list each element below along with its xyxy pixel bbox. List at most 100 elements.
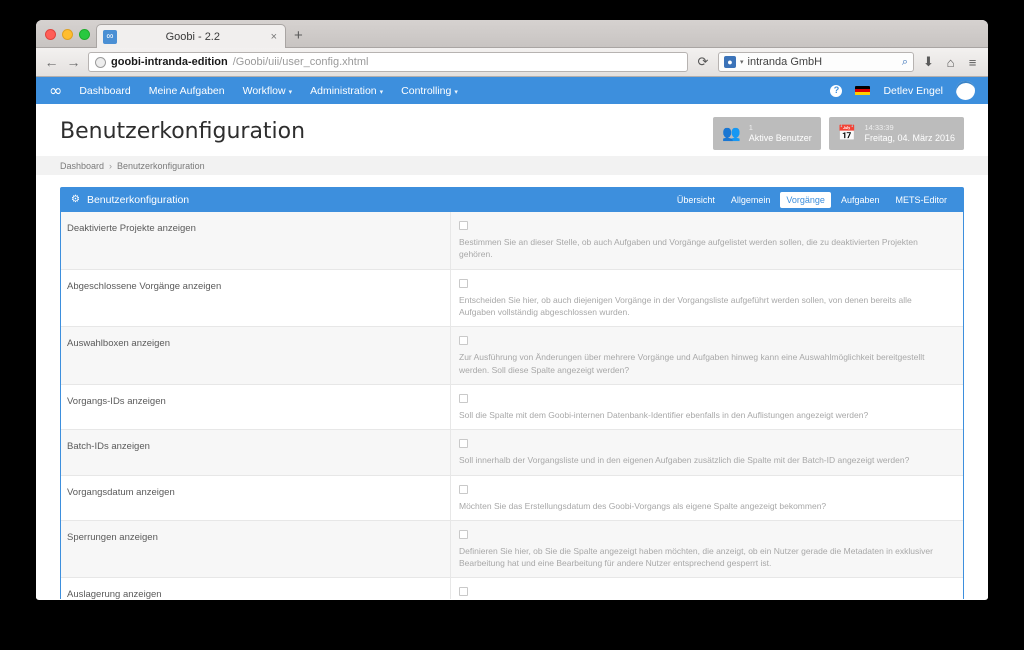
- nav-item-label: Workflow: [242, 84, 286, 97]
- browser-toolbar: ← → goobi-intranda-edition/Goobi/uii/use…: [36, 48, 988, 77]
- tab-aufgaben[interactable]: Aufgaben: [835, 192, 886, 208]
- active-users-label: Aktive Benutzer: [748, 132, 812, 143]
- close-window-button[interactable]: [45, 29, 56, 40]
- site-info-icon: [95, 56, 106, 68]
- search-engine-icon[interactable]: ●: [724, 56, 736, 68]
- setting-field: Soll die Tabellenspalte angezeigt werden…: [451, 578, 963, 599]
- tab-close-icon[interactable]: ×: [269, 31, 279, 43]
- user-menu[interactable]: Detlev Engel: [883, 85, 943, 97]
- window-traffic-lights: [45, 29, 90, 40]
- setting-help-text: Möchten Sie das Erstellungsdatum des Goo…: [459, 500, 827, 511]
- address-bar[interactable]: goobi-intranda-edition/Goobi/uii/user_co…: [88, 52, 688, 72]
- url-path: /Goobi/uii/user_config.xhtml: [232, 56, 369, 68]
- breadcrumb-item-current: Benutzerkonfiguration: [117, 160, 205, 171]
- setting-help-text: Bestimmen Sie an dieser Stelle, ob auch …: [459, 237, 918, 260]
- current-time: 14:33:39: [864, 123, 894, 133]
- setting-help-text: Zur Ausführung von Änderungen über mehre…: [459, 352, 925, 375]
- datetime-widget[interactable]: 📅 14:33:39 Freitag, 04. März 2016: [828, 117, 964, 150]
- batch-ids-checkbox[interactable]: [459, 439, 468, 449]
- setting-label: Sperrungen anzeigen: [61, 520, 451, 578]
- setting-field: Möchten Sie das Erstellungsdatum des Goo…: [451, 476, 963, 520]
- nav-item-administration[interactable]: Administration ▾: [310, 85, 383, 97]
- home-icon[interactable]: ⌂: [943, 55, 958, 70]
- breadcrumb-item-dashboard[interactable]: Dashboard: [60, 161, 104, 171]
- setting-label: Vorgangsdatum anzeigen: [61, 475, 451, 520]
- breadcrumb-separator: ›: [109, 160, 113, 171]
- setting-field: Bestimmen Sie an dieser Stelle, ob auch …: [451, 212, 963, 269]
- search-input[interactable]: intranda GmbH: [748, 56, 898, 68]
- auswahlboxen-checkbox[interactable]: [459, 336, 468, 346]
- table-row: Auslagerung anzeigen Soll die Tabellensp…: [61, 578, 963, 599]
- nav-item-dashboard[interactable]: Dashboard: [79, 85, 130, 97]
- users-icon: 👥: [722, 125, 741, 142]
- goobi-application: ∞ Dashboard Meine Aufgaben Workflow ▾ Adm…: [36, 77, 988, 599]
- setting-help-text: Definieren Sie hier, ob Sie die Spalte a…: [459, 545, 933, 569]
- table-row: Deaktivierte Projekte anzeigen Bestimmen…: [61, 212, 963, 270]
- navbar-right: ? Detlev Engel: [830, 81, 975, 100]
- back-icon[interactable]: ←: [44, 55, 59, 69]
- table-row: Auswahlboxen anzeigen Zur Ausführung von…: [61, 327, 963, 385]
- tab-favicon-icon: ∞: [103, 29, 117, 44]
- chevron-down-icon: ▾: [288, 88, 293, 96]
- main-navbar: ∞ Dashboard Meine Aufgaben Workflow ▾ Adm…: [36, 77, 988, 104]
- setting-label: Auswahlboxen anzeigen: [61, 327, 451, 384]
- browser-tab[interactable]: ∞ Goobi - 2.2 ×: [96, 24, 286, 48]
- downloads-icon[interactable]: ⬇: [921, 54, 936, 70]
- forward-icon[interactable]: →: [66, 55, 81, 69]
- minimize-window-button[interactable]: [62, 29, 73, 40]
- menu-icon[interactable]: ≡: [965, 55, 980, 70]
- search-icon[interactable]: ⌕: [902, 56, 908, 69]
- chevron-down-icon: ▾: [379, 88, 384, 96]
- table-row: Abgeschlossene Vorgänge anzeigen Entsche…: [61, 269, 963, 328]
- setting-help-text: Soll die Spalte mit dem Goobi-internen D…: [459, 409, 869, 420]
- setting-label: Auslagerung anzeigen: [61, 578, 451, 599]
- nav-item-label: Administration: [310, 84, 377, 97]
- chevron-down-icon[interactable]: ▾: [740, 58, 744, 66]
- settings-rows: Deaktivierte Projekte anzeigen Bestimmen…: [61, 212, 963, 599]
- vorgangsdatum-checkbox[interactable]: [459, 484, 468, 494]
- nav-item-meine-aufgaben[interactable]: Meine Aufgaben: [149, 85, 225, 97]
- panel-tabs: Übersicht Allgemein Vorgänge Aufgaben ME…: [671, 192, 953, 208]
- nav-item-workflow[interactable]: Workflow ▾: [243, 85, 293, 97]
- setting-field: Soll die Spalte mit dem Goobi-internen D…: [451, 385, 963, 429]
- auslagerung-checkbox[interactable]: [459, 587, 468, 597]
- search-bar[interactable]: ● ▾ intranda GmbH ⌕: [718, 52, 914, 72]
- navbar-items: Dashboard Meine Aufgaben Workflow ▾ Admin…: [79, 85, 458, 97]
- maximize-window-button[interactable]: [79, 29, 90, 40]
- user-configuration-panel: ⚙ Benutzerkonfiguration Übersicht Allgem…: [60, 187, 964, 599]
- tab-mets-editor[interactable]: METS-Editor: [889, 192, 953, 208]
- panel-header: ⚙ Benutzerkonfiguration Übersicht Allgem…: [61, 188, 963, 212]
- table-row: Sperrungen anzeigen Definieren Sie hier,…: [61, 520, 963, 579]
- new-tab-button[interactable]: +: [294, 28, 303, 43]
- nav-item-controlling[interactable]: Controlling ▾: [401, 85, 458, 97]
- reload-icon[interactable]: ⟳: [695, 54, 711, 70]
- setting-help-text: Entscheiden Sie hier, ob auch diejenigen…: [459, 294, 912, 317]
- tab-title: Goobi - 2.2: [165, 30, 220, 43]
- page-title: Benutzerkonfiguration: [60, 119, 306, 144]
- intranda-logo-icon: [956, 81, 975, 100]
- table-row: Vorgangs-IDs anzeigen Soll die Spalte mi…: [61, 384, 963, 431]
- sperrungen-checkbox[interactable]: [459, 529, 468, 539]
- header-widgets: 👥 1 Aktive Benutzer 📅 14:33:39 Freitag, …: [713, 117, 964, 150]
- active-users-widget[interactable]: 👥 1 Aktive Benutzer: [713, 117, 821, 150]
- setting-help-text: Soll innerhalb der Vorgangsliste und in …: [459, 455, 910, 466]
- abgeschlossene-vorgaenge-checkbox[interactable]: [459, 278, 468, 288]
- table-row: Vorgangsdatum anzeigen Möchten Sie das E…: [61, 475, 963, 521]
- setting-label: Vorgangs-IDs anzeigen: [61, 384, 451, 430]
- table-row: Batch-IDs anzeigen Soll innerhalb der Vo…: [61, 430, 963, 476]
- tab-allgemein[interactable]: Allgemein: [725, 192, 777, 208]
- tab-vorgaenge[interactable]: Vorgänge: [780, 192, 831, 208]
- active-users-count: 1: [748, 123, 753, 133]
- panel-title: Benutzerkonfiguration: [86, 194, 190, 206]
- breadcrumb: Dashboard › Benutzerkonfiguration: [36, 156, 988, 175]
- setting-field: Zur Ausführung von Änderungen über mehre…: [451, 327, 963, 384]
- current-date: Freitag, 04. März 2016: [864, 132, 955, 143]
- goobi-logo-icon[interactable]: ∞: [49, 82, 62, 99]
- deaktivierte-projekte-checkbox[interactable]: [459, 221, 468, 230]
- gear-icon: ⚙: [71, 194, 80, 205]
- language-flag-icon[interactable]: [855, 85, 871, 96]
- tab-uebersicht[interactable]: Übersicht: [671, 192, 721, 208]
- setting-field: Entscheiden Sie hier, ob auch diejenigen…: [451, 270, 963, 327]
- vorgangs-ids-checkbox[interactable]: [459, 393, 468, 403]
- help-icon[interactable]: ?: [830, 84, 843, 97]
